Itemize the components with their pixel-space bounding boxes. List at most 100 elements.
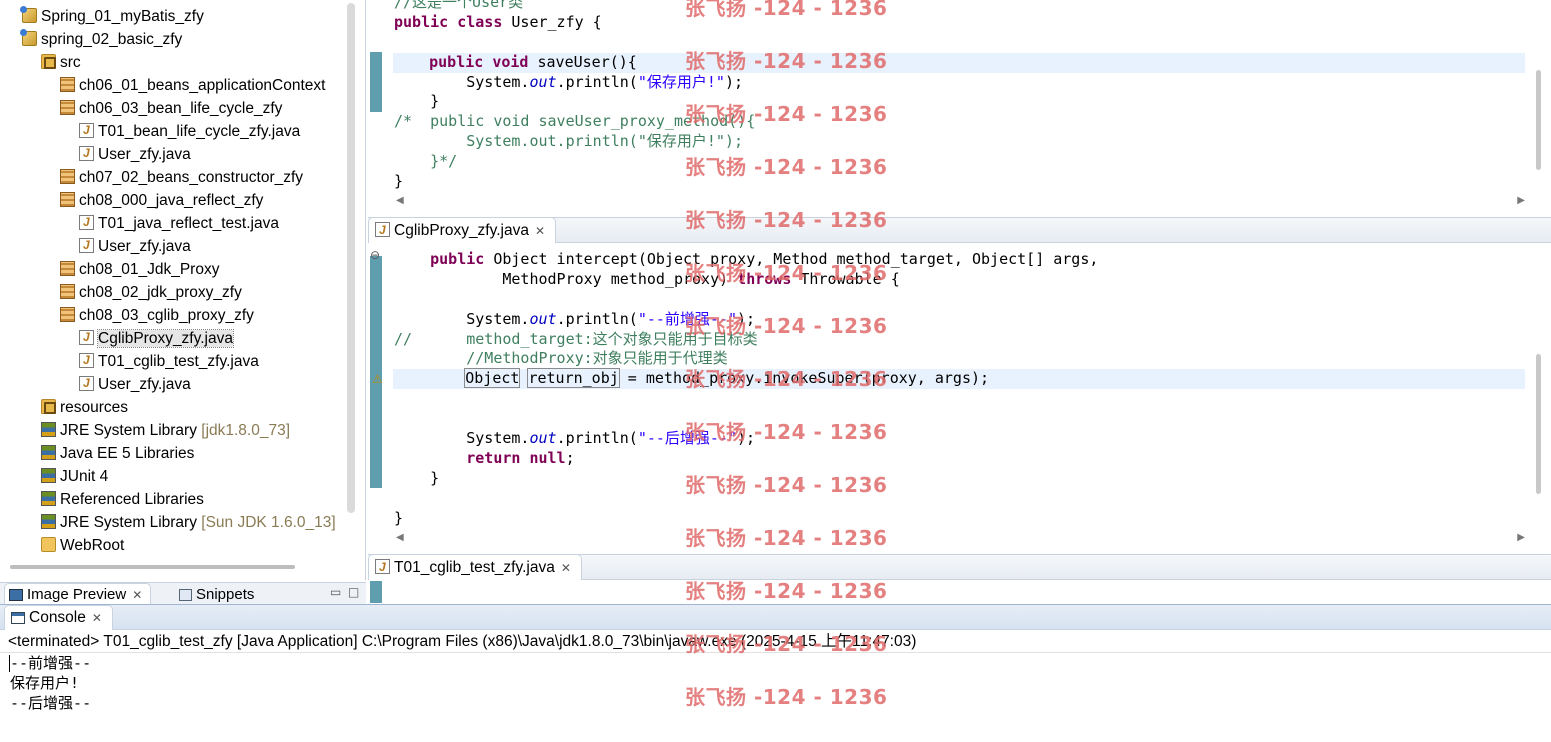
- editor-horizontal-scrollbar[interactable]: ◀ ▶: [396, 532, 1525, 546]
- code-line[interactable]: public void saveUser(){: [393, 52, 1525, 73]
- code-line[interactable]: ​: [394, 33, 1525, 53]
- code-token: Object intercept(Object proxy, Method me…: [484, 250, 1099, 268]
- code-token: );: [737, 309, 756, 328]
- tab-cglib-proxy[interactable]: CglibProxy_zfy.java ✕: [368, 217, 557, 243]
- explorer-vertical-scrollbar[interactable]: [347, 3, 355, 513]
- tree-item-label: Referenced Libraries: [60, 491, 204, 508]
- code-line[interactable]: }: [394, 172, 1525, 192]
- package-icon: [60, 169, 75, 184]
- tab-t01-cglib-test[interactable]: T01_cglib_test_zfy.java ✕: [368, 554, 582, 580]
- code-token: public: [430, 250, 485, 268]
- code-area[interactable]: //这是一个User类public class User_zfy {​ publ…: [393, 0, 1525, 192]
- close-icon[interactable]: ✕: [132, 588, 142, 602]
- code-line[interactable]: /* public void saveUser_proxy_method(){: [394, 112, 1525, 132]
- code-area[interactable]: public Object intercept(Object proxy, Me…: [393, 250, 1525, 529]
- tree-item[interactable]: T01_java_reflect_test.java: [0, 212, 342, 235]
- tree-item[interactable]: User_zfy.java: [0, 373, 342, 396]
- tree-item[interactable]: JUnit 4: [0, 465, 342, 488]
- code-line[interactable]: ​: [394, 290, 1525, 310]
- code-line[interactable]: ​: [394, 389, 1525, 409]
- console-line: 保存用户!: [10, 674, 80, 692]
- scroll-right-icon[interactable]: ▶: [1517, 532, 1525, 543]
- scroll-left-icon[interactable]: ◀: [396, 532, 404, 543]
- code-line[interactable]: ​: [394, 489, 1525, 509]
- tree-item-label: JRE System Library: [60, 514, 197, 531]
- tree-item[interactable]: Java EE 5 Libraries: [0, 442, 342, 465]
- code-token: class: [457, 12, 503, 31]
- code-line[interactable]: public Object intercept(Object proxy, Me…: [394, 250, 1525, 270]
- scroll-left-icon[interactable]: ◀: [396, 195, 404, 206]
- code-line[interactable]: Object return_obj = method_proxy.invokeS…: [393, 368, 1525, 390]
- close-icon[interactable]: ✕: [92, 611, 102, 625]
- maximize-icon[interactable]: □: [348, 585, 359, 599]
- tree-item[interactable]: ch06_03_bean_life_cycle_zfy: [0, 97, 342, 120]
- code-line[interactable]: ​: [394, 409, 1525, 429]
- explorer-horizontal-scrollbar[interactable]: [10, 565, 295, 569]
- scroll-right-icon[interactable]: ▶: [1517, 195, 1525, 206]
- tree-item[interactable]: ch08_02_jdk_proxy_zfy: [0, 281, 342, 304]
- editor-horizontal-scrollbar[interactable]: ◀ ▶: [396, 195, 1525, 209]
- code-line[interactable]: }: [394, 469, 1525, 489]
- tree-item-decoration: [jdk1.8.0_73]: [196, 422, 291, 439]
- snippets-icon: [179, 589, 192, 601]
- tree-item[interactable]: T01_cglib_test_zfy.java: [0, 350, 342, 373]
- tree-item[interactable]: WebRoot: [0, 534, 342, 557]
- code-line[interactable]: // method_target:这个对象只能用于目标类: [394, 330, 1525, 350]
- code-token: ;: [565, 448, 575, 467]
- code-token: );: [737, 429, 756, 448]
- close-icon[interactable]: ✕: [535, 224, 545, 238]
- code-line[interactable]: System.out.println("--后增强--");: [394, 429, 1525, 449]
- editor-vertical-scrollbar[interactable]: [1536, 70, 1541, 170]
- tree-item-label: ch08_02_jdk_proxy_zfy: [79, 284, 242, 301]
- java-file-icon: [79, 373, 94, 395]
- code-line[interactable]: System.out.println("--前增强--");: [394, 310, 1525, 330]
- tree-item-label: WebRoot: [60, 537, 125, 554]
- fold-icon[interactable]: ⊖: [370, 248, 380, 262]
- editor-vertical-scrollbar[interactable]: [1536, 354, 1541, 494]
- code-line[interactable]: //MethodProxy:对象只能用于代理类: [394, 349, 1525, 369]
- editor-cglib-proxy[interactable]: ⊖ ⚠ public Object intercept(Object proxy…: [368, 244, 1551, 552]
- close-icon[interactable]: ✕: [561, 561, 571, 575]
- code-token: void: [492, 52, 529, 71]
- code-token: throws: [737, 269, 792, 288]
- tree-item[interactable]: ch07_02_beans_constructor_zfy: [0, 166, 342, 189]
- java-file-icon: [375, 555, 390, 580]
- minimize-icon[interactable]: ▭: [330, 585, 341, 599]
- code-line[interactable]: }: [394, 92, 1525, 112]
- tree-item[interactable]: ch06_01_beans_applicationContext: [0, 74, 342, 97]
- tree-item[interactable]: Referenced Libraries: [0, 488, 342, 511]
- code-line[interactable]: //这是一个User类: [394, 0, 1525, 13]
- code-line[interactable]: MethodProxy method_proxy) throws Throwab…: [394, 270, 1525, 290]
- tab-console[interactable]: Console ✕: [4, 605, 113, 630]
- tree-item[interactable]: CglibProxy_zfy.java: [0, 327, 342, 350]
- tree-item-label: ch08_01_Jdk_Proxy: [79, 261, 220, 278]
- tree-item[interactable]: Spring_01_myBatis_zfy: [0, 5, 342, 28]
- code-token: Throwable {: [791, 269, 900, 288]
- tab-snippets[interactable]: Snippets: [172, 583, 265, 605]
- tree-item[interactable]: User_zfy.java: [0, 235, 342, 258]
- tree-item[interactable]: ch08_01_Jdk_Proxy: [0, 258, 342, 281]
- tree-item[interactable]: JRE System Library [jdk1.8.0_73]: [0, 419, 342, 442]
- code-line[interactable]: System.out.println("保存用户!");: [394, 73, 1525, 93]
- tree-item[interactable]: resources: [0, 396, 342, 419]
- tree-item[interactable]: src: [0, 51, 342, 74]
- code-line[interactable]: public class User_zfy {: [394, 13, 1525, 33]
- tree-item[interactable]: ch08_000_java_reflect_zfy: [0, 189, 342, 212]
- tree-item[interactable]: User_zfy.java: [0, 143, 342, 166]
- code-line[interactable]: }: [394, 509, 1525, 529]
- code-line[interactable]: System.out.println("保存用户!");: [394, 132, 1525, 152]
- tree-item[interactable]: spring_02_basic_zfy: [0, 28, 342, 51]
- tree-item[interactable]: JRE System Library [Sun JDK 1.6.0_13]: [0, 511, 342, 534]
- tab-label: CglibProxy_zfy.java: [394, 222, 529, 239]
- code-line[interactable]: }*/: [394, 152, 1525, 172]
- editor-user-zfy[interactable]: //这是一个User类public class User_zfy {​ publ…: [368, 0, 1551, 216]
- folder-icon: [41, 537, 56, 552]
- code-token: }: [394, 508, 404, 527]
- tree-item[interactable]: ch08_03_cglib_proxy_zfy: [0, 304, 342, 327]
- code-token: Object: [464, 368, 521, 389]
- tree-item[interactable]: T01_bean_life_cycle_zfy.java: [0, 120, 342, 143]
- tab-image-preview[interactable]: Image Preview ✕: [4, 583, 152, 605]
- console-output[interactable]: --前增强-- 保存用户! --后增强--: [10, 653, 91, 713]
- code-line[interactable]: return null;: [394, 449, 1525, 469]
